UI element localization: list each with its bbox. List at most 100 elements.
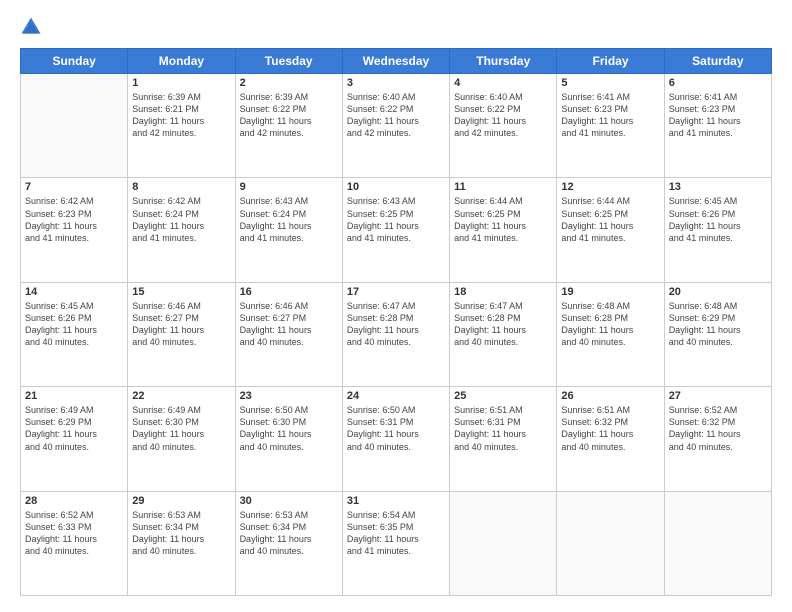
calendar-week-row: 1Sunrise: 6:39 AM Sunset: 6:21 PM Daylig… [21, 74, 772, 178]
day-info: Sunrise: 6:40 AM Sunset: 6:22 PM Dayligh… [454, 91, 552, 140]
calendar-day-cell: 18 Sunrise: 6:47 AM Sunset: 6:28 PM Dayli… [450, 282, 557, 386]
page: SundayMondayTuesdayWednesdayThursdayFrid… [0, 0, 792, 612]
day-info: Sunrise: 6:39 AM Sunset: 6:22 PM Dayligh… [240, 91, 338, 140]
day-number: 31 [347, 495, 445, 507]
calendar-day-cell: 30 Sunrise: 6:53 AM Sunset: 6:34 PM Dayli… [235, 491, 342, 595]
day-info: Sunrise: 6:53 AM Sunset: 6:34 PM Dayligh… [240, 509, 338, 558]
day-number: 16 [240, 286, 338, 298]
day-info: Sunrise: 6:41 AM Sunset: 6:23 PM Dayligh… [669, 91, 767, 140]
day-number: 7 [25, 181, 123, 193]
calendar-day-cell: 7 Sunrise: 6:42 AM Sunset: 6:23 PM Daylig… [21, 178, 128, 282]
calendar-day-cell: 27 Sunrise: 6:52 AM Sunset: 6:32 PM Dayli… [664, 387, 771, 491]
calendar-day-cell: 29 Sunrise: 6:53 AM Sunset: 6:34 PM Dayli… [128, 491, 235, 595]
calendar-weekday-header: Sunday [21, 49, 128, 74]
day-info: Sunrise: 6:42 AM Sunset: 6:23 PM Dayligh… [25, 195, 123, 244]
day-info: Sunrise: 6:40 AM Sunset: 6:22 PM Dayligh… [347, 91, 445, 140]
day-number: 30 [240, 495, 338, 507]
day-number: 21 [25, 390, 123, 402]
day-number: 29 [132, 495, 230, 507]
day-info: Sunrise: 6:52 AM Sunset: 6:32 PM Dayligh… [669, 404, 767, 453]
day-info: Sunrise: 6:46 AM Sunset: 6:27 PM Dayligh… [132, 300, 230, 349]
day-info: Sunrise: 6:41 AM Sunset: 6:23 PM Dayligh… [561, 91, 659, 140]
day-number: 20 [669, 286, 767, 298]
day-info: Sunrise: 6:52 AM Sunset: 6:33 PM Dayligh… [25, 509, 123, 558]
day-info: Sunrise: 6:44 AM Sunset: 6:25 PM Dayligh… [454, 195, 552, 244]
day-info: Sunrise: 6:43 AM Sunset: 6:25 PM Dayligh… [347, 195, 445, 244]
day-number: 25 [454, 390, 552, 402]
logo [20, 16, 46, 38]
calendar-day-cell: 1Sunrise: 6:39 AM Sunset: 6:21 PM Daylig… [128, 74, 235, 178]
day-info: Sunrise: 6:49 AM Sunset: 6:29 PM Dayligh… [25, 404, 123, 453]
day-number: 2 [240, 77, 338, 89]
calendar-weekday-header: Thursday [450, 49, 557, 74]
calendar-day-cell: 5 Sunrise: 6:41 AM Sunset: 6:23 PM Daylig… [557, 74, 664, 178]
day-number: 19 [561, 286, 659, 298]
calendar-weekday-header: Tuesday [235, 49, 342, 74]
day-number: 1 [132, 77, 230, 89]
day-number: 18 [454, 286, 552, 298]
day-info: Sunrise: 6:50 AM Sunset: 6:30 PM Dayligh… [240, 404, 338, 453]
calendar-day-cell: 9 Sunrise: 6:43 AM Sunset: 6:24 PM Daylig… [235, 178, 342, 282]
day-info: Sunrise: 6:44 AM Sunset: 6:25 PM Dayligh… [561, 195, 659, 244]
day-info: Sunrise: 6:48 AM Sunset: 6:29 PM Dayligh… [669, 300, 767, 349]
calendar-day-cell: 14 Sunrise: 6:45 AM Sunset: 6:26 PM Dayli… [21, 282, 128, 386]
calendar-day-cell: 12Sunrise: 6:44 AM Sunset: 6:25 PM Dayli… [557, 178, 664, 282]
calendar-day-cell: 20 Sunrise: 6:48 AM Sunset: 6:29 PM Dayli… [664, 282, 771, 386]
calendar-weekday-header: Wednesday [342, 49, 449, 74]
calendar-day-cell: 31 Sunrise: 6:54 AM Sunset: 6:35 PM Dayli… [342, 491, 449, 595]
day-number: 24 [347, 390, 445, 402]
calendar-day-cell: 25 Sunrise: 6:51 AM Sunset: 6:31 PM Dayli… [450, 387, 557, 491]
calendar-day-cell: 13 Sunrise: 6:45 AM Sunset: 6:26 PM Dayli… [664, 178, 771, 282]
calendar-day-cell: 11 Sunrise: 6:44 AM Sunset: 6:25 PM Dayli… [450, 178, 557, 282]
calendar-table: SundayMondayTuesdayWednesdayThursdayFrid… [20, 48, 772, 596]
day-info: Sunrise: 6:43 AM Sunset: 6:24 PM Dayligh… [240, 195, 338, 244]
calendar-day-cell: 19 Sunrise: 6:48 AM Sunset: 6:28 PM Dayli… [557, 282, 664, 386]
calendar-weekday-header: Saturday [664, 49, 771, 74]
calendar-day-cell [557, 491, 664, 595]
calendar-day-cell [664, 491, 771, 595]
calendar-day-cell: 21 Sunrise: 6:49 AM Sunset: 6:29 PM Dayli… [21, 387, 128, 491]
calendar-header-row: SundayMondayTuesdayWednesdayThursdayFrid… [21, 49, 772, 74]
calendar-day-cell: 28 Sunrise: 6:52 AM Sunset: 6:33 PM Dayli… [21, 491, 128, 595]
calendar-day-cell: 8 Sunrise: 6:42 AM Sunset: 6:24 PM Daylig… [128, 178, 235, 282]
day-info: Sunrise: 6:53 AM Sunset: 6:34 PM Dayligh… [132, 509, 230, 558]
day-number: 27 [669, 390, 767, 402]
day-number: 14 [25, 286, 123, 298]
day-number: 11 [454, 181, 552, 193]
day-number: 22 [132, 390, 230, 402]
day-info: Sunrise: 6:45 AM Sunset: 6:26 PM Dayligh… [25, 300, 123, 349]
day-info: Sunrise: 6:47 AM Sunset: 6:28 PM Dayligh… [347, 300, 445, 349]
day-info: Sunrise: 6:47 AM Sunset: 6:28 PM Dayligh… [454, 300, 552, 349]
day-number: 28 [25, 495, 123, 507]
day-number: 9 [240, 181, 338, 193]
day-info: Sunrise: 6:51 AM Sunset: 6:31 PM Dayligh… [454, 404, 552, 453]
calendar-day-cell: 10 Sunrise: 6:43 AM Sunset: 6:25 PM Dayli… [342, 178, 449, 282]
calendar-day-cell [21, 74, 128, 178]
day-number: 26 [561, 390, 659, 402]
day-number: 3 [347, 77, 445, 89]
logo-icon [20, 16, 42, 38]
day-number: 23 [240, 390, 338, 402]
calendar-day-cell: 22Sunrise: 6:49 AM Sunset: 6:30 PM Dayli… [128, 387, 235, 491]
calendar-day-cell: 26 Sunrise: 6:51 AM Sunset: 6:32 PM Dayli… [557, 387, 664, 491]
header [20, 16, 772, 38]
day-info: Sunrise: 6:54 AM Sunset: 6:35 PM Dayligh… [347, 509, 445, 558]
calendar-weekday-header: Monday [128, 49, 235, 74]
calendar-week-row: 28 Sunrise: 6:52 AM Sunset: 6:33 PM Dayli… [21, 491, 772, 595]
day-number: 10 [347, 181, 445, 193]
day-number: 8 [132, 181, 230, 193]
day-number: 15 [132, 286, 230, 298]
day-number: 17 [347, 286, 445, 298]
day-info: Sunrise: 6:51 AM Sunset: 6:32 PM Dayligh… [561, 404, 659, 453]
calendar-week-row: 21 Sunrise: 6:49 AM Sunset: 6:29 PM Dayli… [21, 387, 772, 491]
calendar-week-row: 7 Sunrise: 6:42 AM Sunset: 6:23 PM Daylig… [21, 178, 772, 282]
day-info: Sunrise: 6:45 AM Sunset: 6:26 PM Dayligh… [669, 195, 767, 244]
day-number: 5 [561, 77, 659, 89]
day-info: Sunrise: 6:48 AM Sunset: 6:28 PM Dayligh… [561, 300, 659, 349]
day-info: Sunrise: 6:42 AM Sunset: 6:24 PM Dayligh… [132, 195, 230, 244]
day-number: 4 [454, 77, 552, 89]
day-number: 13 [669, 181, 767, 193]
day-info: Sunrise: 6:50 AM Sunset: 6:31 PM Dayligh… [347, 404, 445, 453]
calendar-day-cell [450, 491, 557, 595]
calendar-day-cell: 15 Sunrise: 6:46 AM Sunset: 6:27 PM Dayli… [128, 282, 235, 386]
